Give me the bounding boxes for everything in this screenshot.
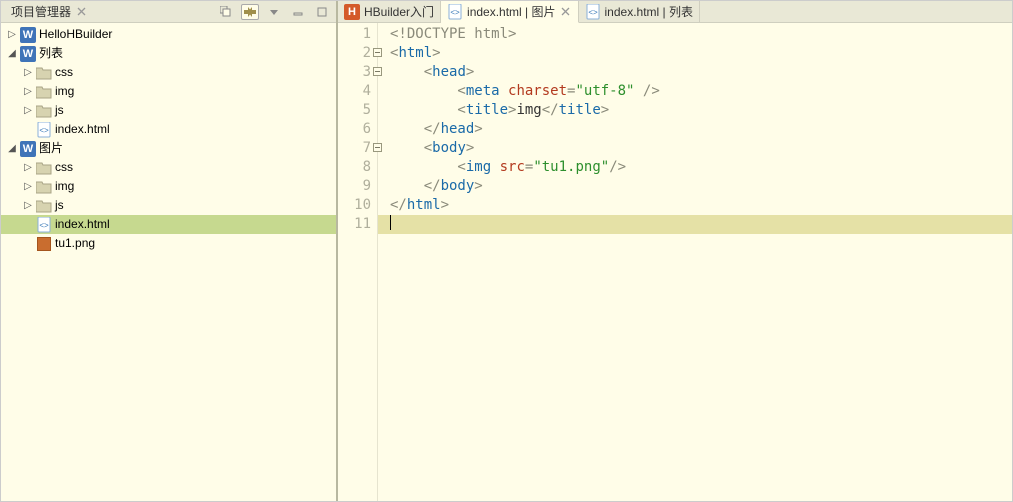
svg-text:<>: <> [450,8,460,17]
line-number: 3 [338,63,371,82]
editor-tab-label: HBuilder入门 [364,3,434,20]
collapse-all-icon[interactable] [217,4,235,20]
code-text: <!DOCTYPE html> [390,26,516,42]
tree-node-label: index.html [53,215,110,234]
tree-node-n0[interactable]: ▷WHelloHBuilder [1,25,336,44]
tree-node-n1[interactable]: ◢W列表 [1,44,336,63]
line-number: 9 [338,177,371,196]
tree-node-label: index.html [53,120,110,139]
tree-node-n6[interactable]: ◢W图片 [1,139,336,158]
tree-node-n2[interactable]: ▷ css [1,63,336,82]
folder-icon [35,66,53,80]
svg-text:<>: <> [39,126,49,135]
html-icon: <> [447,4,463,20]
project-explorer-panel: 项目管理器 ▷WHelloHBuilder◢W列表▷css▷img▷js<>in… [1,1,338,501]
tree-node-n5[interactable]: <> index.html [1,120,336,139]
twisty-closed-icon[interactable]: ▷ [21,63,35,82]
line-number: 5 [338,101,371,120]
tree-node-label: 图片 [37,139,63,158]
line-number: 6 [338,120,371,139]
tree-node-n3[interactable]: ▷ img [1,82,336,101]
editor-tab-t0[interactable]: HHBuilder入门 [338,1,441,23]
file-tree[interactable]: ▷WHelloHBuilder◢W列表▷css▷img▷js<>index.ht… [1,23,336,501]
tree-node-n10[interactable]: <> index.html [1,215,336,234]
tree-node-label: js [53,196,64,215]
tree-node-n11[interactable]: tu1.png [1,234,336,253]
project-explorer-tab[interactable]: 项目管理器 [9,2,89,21]
twisty-open-icon[interactable]: ◢ [5,44,19,63]
close-icon[interactable] [75,6,87,18]
link-with-editor-icon[interactable] [241,4,259,20]
twisty-closed-icon[interactable]: ▷ [21,158,35,177]
twisty-closed-icon[interactable]: ▷ [21,196,35,215]
svg-text:<>: <> [588,8,598,17]
view-menu-icon[interactable] [265,4,283,20]
twisty-closed-icon[interactable]: ▷ [21,101,35,120]
folder-icon [35,85,53,99]
folder-icon [35,104,53,118]
tree-node-label: img [53,82,74,101]
tree-node-label: HelloHBuilder [37,25,112,44]
folder-icon [35,199,53,213]
w-icon: W [19,46,37,62]
editor-panel: HHBuilder入门 <> index.html | 图片 <> index.html… [338,1,1012,501]
w-icon: W [19,141,37,157]
tree-node-label: css [53,158,73,177]
hb-icon: H [344,4,360,20]
editor-tabbar: HHBuilder入门 <> index.html | 图片 <> index.html… [338,1,1012,23]
folder-icon [35,161,53,175]
editor-body: 1234567891011 <!DOCTYPE html> <html> <he… [338,23,1012,501]
left-panel-tabbar: 项目管理器 [1,1,336,23]
tree-node-label: 列表 [37,44,63,63]
code-area[interactable]: <!DOCTYPE html> <html> <head> <meta char… [378,23,1012,501]
line-number: 11 [338,215,371,234]
editor-tab-t2[interactable]: <> index.html | 列表 [579,1,700,23]
line-number: 4 [338,82,371,101]
tree-node-label: js [53,101,64,120]
line-number: 10 [338,196,371,215]
html-icon: <> [585,4,601,20]
svg-text:<>: <> [39,221,49,230]
twisty-closed-icon[interactable]: ▷ [21,82,35,101]
line-number: 2 [338,44,371,63]
img-icon [35,237,53,251]
w-icon: W [19,27,37,43]
twisty-open-icon[interactable]: ◢ [5,139,19,158]
editor-tab-label: index.html | 列表 [605,3,693,20]
folder-icon [35,180,53,194]
tree-node-label: tu1.png [53,234,95,253]
line-number: 1 [338,25,371,44]
html-icon: <> [35,122,53,138]
html-icon: <> [35,217,53,233]
tree-node-label: css [53,63,73,82]
tab-label: 项目管理器 [11,3,71,20]
close-icon[interactable] [560,6,572,18]
twisty-closed-icon[interactable]: ▷ [5,25,19,44]
twisty-closed-icon[interactable]: ▷ [21,177,35,196]
editor-tab-label: index.html | 图片 [467,3,555,20]
tree-node-n8[interactable]: ▷ img [1,177,336,196]
line-gutter: 1234567891011 [338,23,378,501]
minimize-icon[interactable] [289,4,307,20]
tree-node-n7[interactable]: ▷ css [1,158,336,177]
line-number: 7 [338,139,371,158]
tree-node-n4[interactable]: ▷ js [1,101,336,120]
tree-node-n9[interactable]: ▷ js [1,196,336,215]
maximize-icon[interactable] [313,4,331,20]
text-cursor [390,215,391,230]
line-number: 8 [338,158,371,177]
editor-tab-t1[interactable]: <> index.html | 图片 [441,1,578,23]
tree-node-label: img [53,177,74,196]
